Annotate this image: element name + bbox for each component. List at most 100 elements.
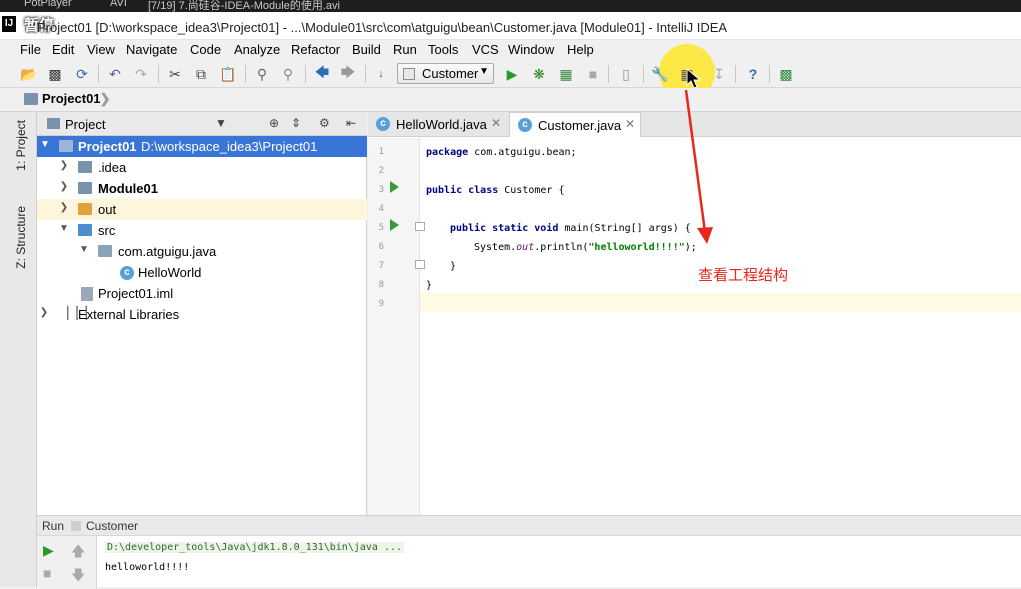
main-toolbar: 📂 ▩ ⟳ ↶ ↷ ✂ ⧉ 📋 ⚲ ⚲ 🡄 🡆 ↓ Customer ▼ ▶ ❋… (0, 44, 1021, 100)
console-command: D:\developer_tools\Java\jdk1.8.0_131\bin… (105, 542, 405, 553)
player-app-name: PotPlayer (24, 0, 72, 9)
tab-project-tool[interactable]: 1: Project (14, 120, 28, 171)
copy-icon[interactable]: ⧉ (192, 65, 210, 83)
replace-icon[interactable]: ⚲ (279, 65, 297, 83)
expand-arrow-icon[interactable]: ▼ (78, 244, 90, 255)
class-icon: c (518, 118, 532, 132)
settings-icon[interactable]: 🔧 (651, 65, 669, 83)
make-icon[interactable]: ↓ (372, 65, 390, 83)
tree-row-package[interactable]: ▼ com.atguigu.java (37, 241, 367, 262)
console-output[interactable]: D:\developer_tools\Java\jdk1.8.0_131\bin… (105, 536, 1005, 588)
debug-icon[interactable]: ❋ (530, 65, 548, 83)
hide-panel-icon[interactable]: ⇤ (346, 116, 356, 130)
run-config-select[interactable]: Customer ▼ (397, 63, 494, 84)
tree-row-idea[interactable]: ❯ .idea (37, 157, 367, 178)
open-icon[interactable]: 📂 (20, 65, 38, 83)
menu-code[interactable]: Code (190, 42, 221, 57)
left-tool-strip: 1: Project Z: Structure (0, 112, 37, 587)
redo-icon[interactable]: ↷ (132, 65, 150, 83)
forward-icon[interactable]: 🡆 (339, 64, 357, 83)
window-title: Project01 [D:\workspace_idea3\Project01]… (37, 20, 728, 35)
paste-icon[interactable]: 📋 (219, 65, 237, 83)
tree-row-out[interactable]: ❯ out (37, 199, 367, 220)
coverage-icon[interactable]: ▦ (557, 65, 575, 83)
menu-build[interactable]: Build (352, 42, 381, 57)
run-config-label: Customer (422, 66, 479, 81)
code-area[interactable]: package com.atguigu.bean; public class C… (426, 138, 1021, 515)
undo-icon[interactable]: ↶ (106, 65, 124, 83)
menu-analyze[interactable]: Analyze (234, 42, 280, 57)
collapsed-arrow-icon[interactable]: ❯ (58, 202, 70, 213)
player-title-bar: PotPlayer AVI [7/19] 7.尚硅谷-IDEA-Module的使… (0, 0, 1021, 12)
menu-refactor[interactable]: Refactor (291, 42, 340, 57)
scroll-down-icon[interactable]: 🡇 (71, 565, 85, 589)
breadcrumb-project[interactable]: Project01 ❯ (24, 91, 111, 109)
rerun-icon[interactable]: ▶ (43, 542, 54, 559)
fold-icon[interactable] (415, 260, 425, 269)
menu-vcs[interactable]: VCS (472, 42, 499, 57)
module-folder-icon (24, 93, 38, 105)
project-tool-window: Project ▼ ⊕ ⇕ ⚙ ⇤ ▼ Project01 D:\workspa… (37, 112, 367, 515)
scroll-up-icon[interactable]: 🡅 (71, 541, 85, 565)
run-icon[interactable]: ▶ (503, 65, 521, 83)
run-tab-label[interactable]: Run (42, 519, 64, 533)
menu-view[interactable]: View (87, 42, 115, 57)
stop-icon[interactable]: ■ (43, 565, 51, 581)
menu-window[interactable]: Window (508, 42, 554, 57)
menu-tools[interactable]: Tools (428, 42, 458, 57)
cut-icon[interactable]: ✂ (166, 65, 184, 83)
tab-helloworld-java[interactable]: c HelloWorld.java ✕ (368, 112, 505, 137)
code-editor: c HelloWorld.java ✕ c Customer.java ✕ 1 … (368, 112, 1021, 515)
save-icon[interactable]: ▩ (46, 65, 64, 83)
locate-icon[interactable]: ⊕ (269, 116, 279, 130)
chevron-right-icon: ❯ (99, 91, 111, 106)
collapse-icon[interactable]: ⇕ (291, 116, 301, 130)
player-format: AVI (110, 0, 127, 9)
run-class-icon[interactable] (390, 181, 399, 193)
tree-row-external-libraries[interactable]: ❯ ▕▕▕ External Libraries (37, 304, 367, 325)
iml-file-icon (81, 287, 93, 301)
annotation-text: 查看工程结构 (698, 267, 789, 284)
menu-edit[interactable]: Edit (52, 42, 74, 57)
close-icon[interactable]: ✕ (625, 117, 635, 131)
collapsed-arrow-icon[interactable]: ❯ (38, 307, 50, 318)
module-folder-icon (59, 140, 73, 152)
run-main-icon[interactable] (390, 219, 399, 231)
tree-row-project01[interactable]: ▼ Project01 D:\workspace_idea3\Project01 (37, 136, 367, 157)
window-title-bar: IJ 暂停 Project01 [D:\workspace_idea3\Proj… (0, 12, 1021, 40)
chevron-down-icon[interactable]: ▼ (215, 116, 227, 130)
find-icon[interactable]: ⚲ (253, 65, 271, 83)
expand-arrow-icon[interactable]: ▼ (58, 223, 70, 234)
menu-file[interactable]: File (20, 42, 41, 57)
back-icon[interactable]: 🡄 (313, 64, 331, 83)
tab-structure-tool[interactable]: Z: Structure (14, 206, 28, 269)
sdk-icon[interactable]: ↧ (710, 65, 728, 83)
vcs-icon[interactable]: ▯ (617, 65, 635, 83)
plugin-icon[interactable]: ▩ (777, 65, 795, 83)
console-line: helloworld!!!! (105, 562, 190, 573)
sync-icon[interactable]: ⟳ (73, 65, 91, 83)
stop-icon[interactable]: ■ (584, 65, 602, 83)
help-icon[interactable]: ? (744, 65, 762, 83)
breadcrumb: Project01 ❯ (0, 88, 1021, 112)
class-icon: c (376, 117, 390, 131)
tree-row-module01[interactable]: ❯ Module01 (37, 178, 367, 199)
menu-bar: File Edit View Navigate Code Analyze Ref… (0, 40, 1021, 60)
tree-row-helloworld[interactable]: c HelloWorld (37, 262, 367, 283)
libraries-icon: ▕▕▕ (59, 306, 87, 320)
project-view-select[interactable]: Project (65, 117, 105, 132)
intellij-logo-icon: IJ (2, 16, 16, 32)
menu-navigate[interactable]: Navigate (126, 42, 177, 57)
tree-row-iml[interactable]: Project01.iml (37, 283, 367, 304)
menu-run[interactable]: Run (393, 42, 417, 57)
menu-help[interactable]: Help (567, 42, 594, 57)
close-icon[interactable]: ✕ (491, 116, 501, 130)
collapsed-arrow-icon[interactable]: ❯ (58, 181, 70, 192)
expand-arrow-icon[interactable]: ▼ (39, 139, 51, 150)
gear-icon[interactable]: ⚙ (319, 116, 330, 130)
collapsed-arrow-icon[interactable]: ❯ (58, 160, 70, 171)
fold-icon[interactable] (415, 222, 425, 231)
tree-row-src[interactable]: ▼ src (37, 220, 367, 241)
folder-icon (78, 161, 92, 173)
tab-customer-java[interactable]: c Customer.java ✕ (509, 112, 641, 137)
